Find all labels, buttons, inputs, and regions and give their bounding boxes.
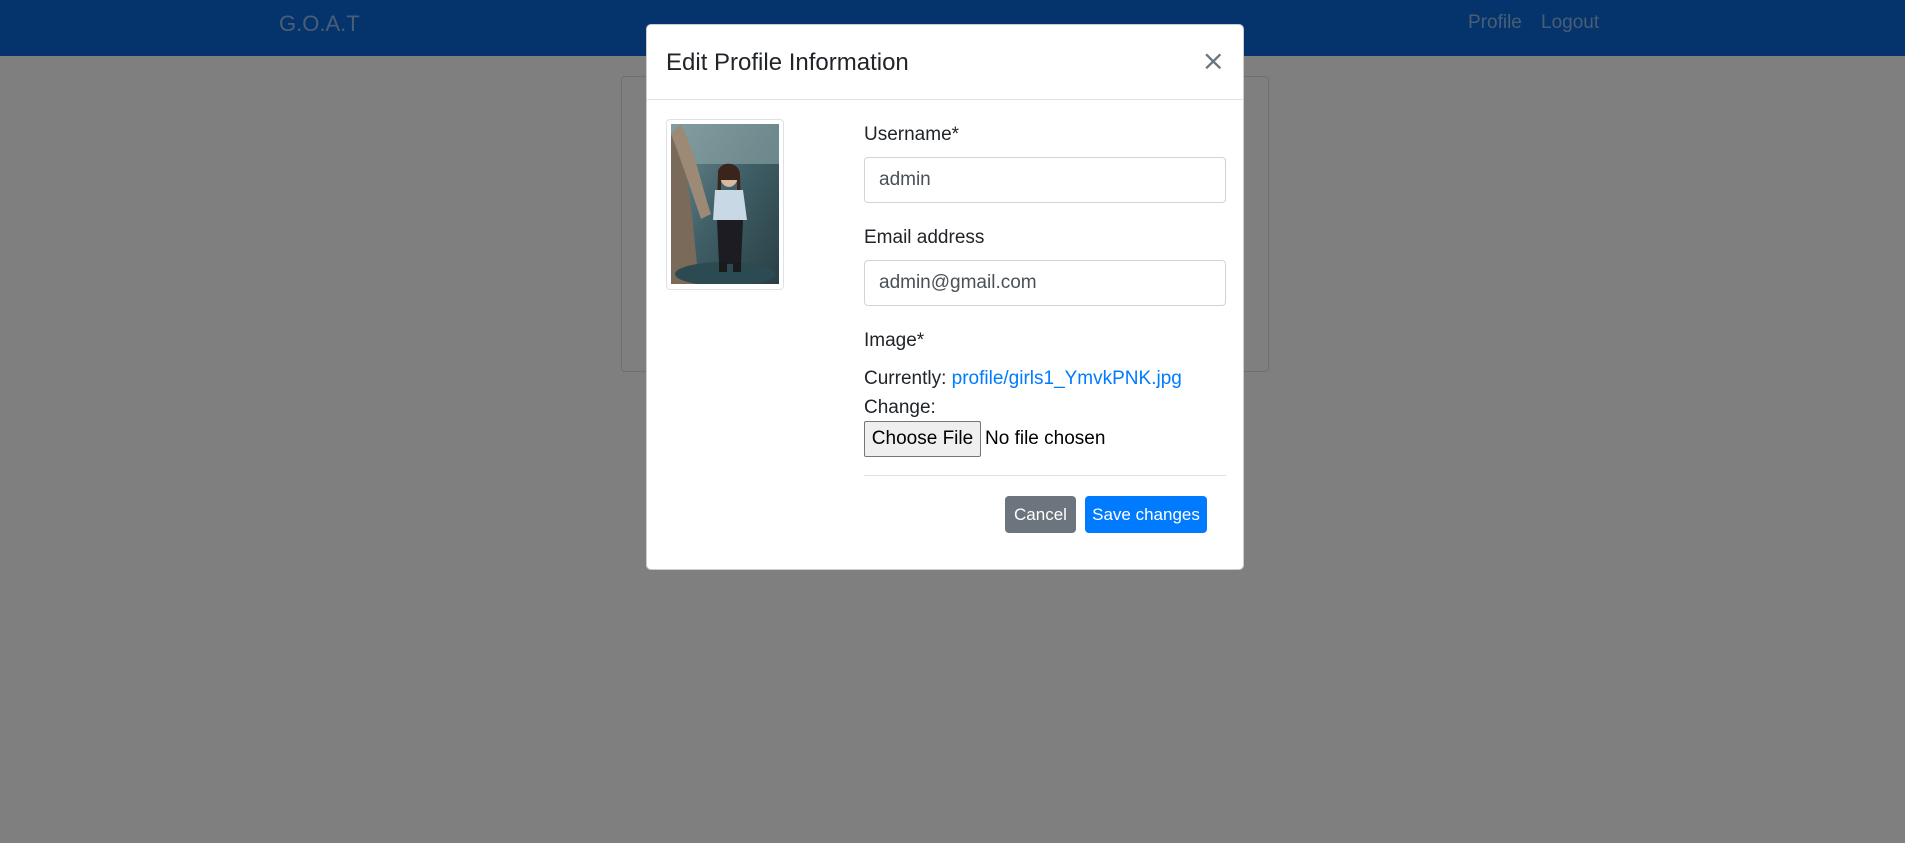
image-label: Image* bbox=[864, 330, 925, 351]
current-image-link[interactable]: profile/girls1_YmvkPNK.jpg bbox=[952, 368, 1182, 389]
email-label: Email address bbox=[864, 227, 985, 248]
current-image-row: Currently: profile/girls1_YmvkPNK.jpg bbox=[864, 368, 1182, 390]
email-input[interactable] bbox=[864, 260, 1226, 306]
modal-header: Edit Profile Information × bbox=[647, 25, 1243, 100]
change-label: Change: bbox=[864, 397, 936, 418]
currently-label: Currently: bbox=[864, 368, 947, 389]
save-changes-button[interactable]: Save changes bbox=[1085, 496, 1207, 533]
edit-profile-modal: Edit Profile Information × Username* adm… bbox=[646, 24, 1244, 570]
avatar bbox=[666, 119, 784, 290]
profile-photo-icon bbox=[671, 124, 779, 284]
modal-title: Edit Profile Information bbox=[666, 49, 909, 76]
username-label: Username* bbox=[864, 124, 960, 145]
username-input[interactable] bbox=[864, 157, 1226, 203]
choose-file-button[interactable]: Choose File bbox=[864, 421, 981, 457]
close-icon[interactable]: × bbox=[1202, 47, 1225, 75]
divider bbox=[864, 475, 1226, 476]
cancel-button[interactable]: Cancel bbox=[1005, 496, 1076, 533]
file-status-text: No file chosen bbox=[985, 428, 1106, 449]
